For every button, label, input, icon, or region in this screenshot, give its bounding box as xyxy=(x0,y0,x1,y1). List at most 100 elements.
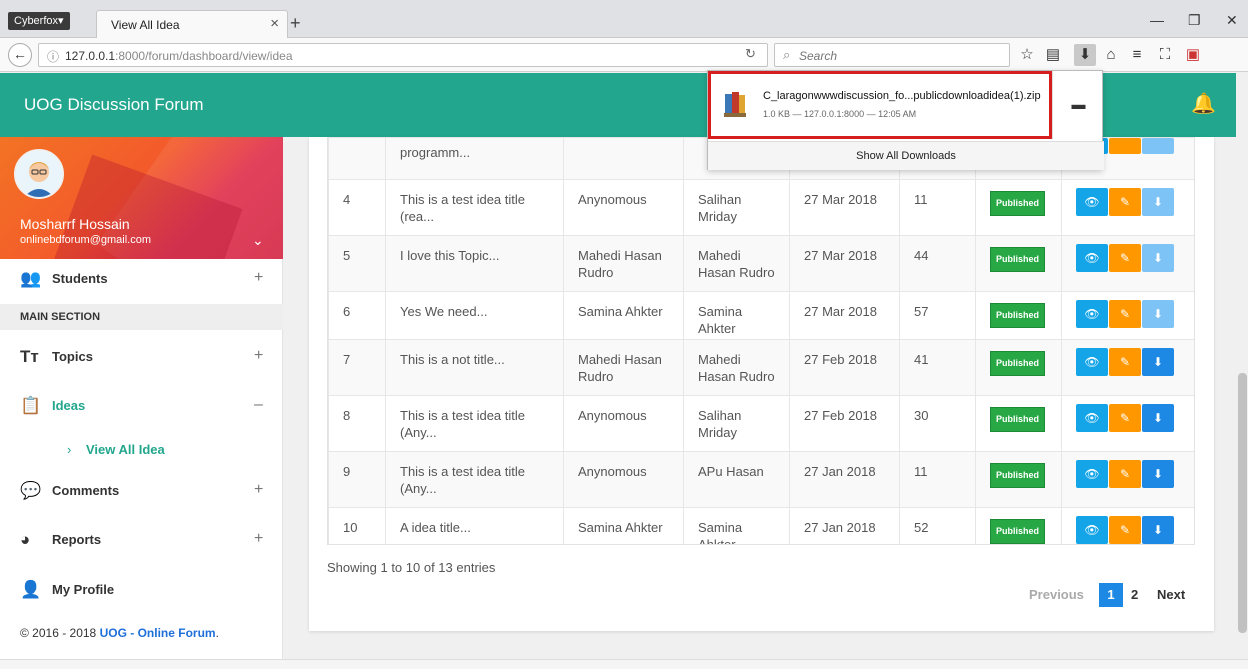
table-cell-count: 44 xyxy=(899,235,976,292)
sidebar-item-label: Reports xyxy=(52,532,102,547)
sidebar-item-my-profile[interactable]: 👤 My Profile xyxy=(0,580,283,624)
sidebar-item-ideas[interactable]: 📋 Ideas – xyxy=(0,396,283,440)
close-window-icon[interactable]: ✕ xyxy=(1226,12,1238,29)
table-cell-title: This is a not title... xyxy=(385,339,564,396)
home-icon[interactable]: ⌂ xyxy=(1100,44,1122,66)
status-bar xyxy=(0,659,1248,669)
chevron-down-icon[interactable]: ⌄ xyxy=(252,232,264,249)
row-actions: 👁 ✎ ⬇ xyxy=(1061,179,1194,236)
addon-icon[interactable]: ▣ xyxy=(1182,44,1204,66)
view-button[interactable]: 👁 xyxy=(1076,516,1108,544)
sidebar-item-topics[interactable]: Tт Topics + xyxy=(0,347,283,391)
url-text: 127.0.0.1:8000/forum/dashboard/view/idea xyxy=(65,49,293,63)
download-item[interactable]: C_laragonwwwdiscussion_fo...publicdownlo… xyxy=(708,71,1052,139)
url-bar[interactable]: ⓘ 127.0.0.1:8000/forum/dashboard/view/id… xyxy=(38,43,768,67)
edit-button[interactable]: ✎ xyxy=(1109,460,1141,488)
view-button[interactable]: 👁 xyxy=(1076,244,1108,272)
content-card: programm... 4 This is a test idea title (… xyxy=(309,137,1214,631)
app-title[interactable]: UOG Discussion Forum xyxy=(24,95,203,115)
table-cell-count: 11 xyxy=(899,451,976,508)
table-cell-status: Published xyxy=(975,395,1062,452)
table-cell-author: Mahedi Hasan Rudro xyxy=(563,339,684,396)
download-button[interactable]: ⬇ xyxy=(1142,188,1174,216)
table-cell-title: A idea title... xyxy=(385,507,564,544)
edit-button[interactable] xyxy=(1109,138,1141,154)
sidebar-item-label: Students xyxy=(52,271,108,286)
download-button[interactable]: ⬇ xyxy=(1142,244,1174,272)
minimize-icon[interactable]: — xyxy=(1150,12,1164,28)
show-all-downloads-button[interactable]: Show All Downloads xyxy=(708,141,1104,170)
next-page-button[interactable]: Next xyxy=(1157,583,1185,607)
view-button[interactable]: 👁 xyxy=(1076,348,1108,376)
row-actions: 👁 ✎ ⬇ xyxy=(1061,291,1194,340)
table-cell-status: Published xyxy=(975,451,1062,508)
download-button[interactable]: ⬇ xyxy=(1142,516,1174,544)
table-cell-user: APu Hasan xyxy=(683,451,790,508)
view-button[interactable]: 👁 xyxy=(1076,404,1108,432)
edit-button[interactable]: ✎ xyxy=(1109,188,1141,216)
edit-button[interactable]: ✎ xyxy=(1109,516,1141,544)
download-button[interactable]: ⬇ xyxy=(1142,300,1174,328)
sidebar-item-label: Topics xyxy=(52,349,93,364)
search-input[interactable] xyxy=(799,47,999,64)
table-cell-author: Anynomous xyxy=(563,451,684,508)
new-tab-icon[interactable]: + xyxy=(290,13,301,34)
screenshot-icon[interactable]: ⛶ xyxy=(1154,44,1176,66)
back-button[interactable]: ← xyxy=(8,43,32,67)
table-cell-date: 27 Jan 2018 xyxy=(789,451,900,508)
text-size-icon: Tт xyxy=(20,347,39,366)
reload-icon[interactable]: ↻ xyxy=(745,46,756,62)
sidebar-subitem-view-all-idea[interactable]: › View All Idea xyxy=(0,440,283,470)
avatar[interactable] xyxy=(14,149,64,199)
edit-button[interactable]: ✎ xyxy=(1109,244,1141,272)
comment-icon: 💬 xyxy=(20,481,42,500)
table-cell-count: 30 xyxy=(899,395,976,452)
browser-tab[interactable]: View All Idea × xyxy=(96,10,288,38)
table-cell-status: Published xyxy=(975,291,1062,340)
download-button[interactable] xyxy=(1142,138,1174,154)
bookmark-star-icon[interactable]: ☆ xyxy=(1016,44,1038,66)
status-badge: Published xyxy=(990,351,1046,376)
previous-page-button[interactable]: Previous xyxy=(1029,583,1084,607)
search-box[interactable]: ⌕ xyxy=(774,43,1010,67)
table-cell-status: Published xyxy=(975,339,1062,396)
table-cell-no: 4 xyxy=(328,179,386,236)
view-button[interactable]: 👁 xyxy=(1076,188,1108,216)
table-row: 10 A idea title... Samina Ahkter Samina Ahk… xyxy=(328,507,1194,544)
page-1-button[interactable]: 1 xyxy=(1099,583,1123,607)
page-2-button[interactable]: 2 xyxy=(1131,583,1138,607)
scrollbar-thumb[interactable] xyxy=(1238,373,1247,633)
page-scrollbar[interactable] xyxy=(1236,73,1248,659)
close-tab-icon[interactable]: × xyxy=(270,15,279,32)
browser-menu-button[interactable]: Cyberfox▾ xyxy=(8,12,70,30)
chevron-right-icon: › xyxy=(67,442,72,457)
folder-icon[interactable]: ▬ xyxy=(1052,71,1104,139)
status-badge: Published xyxy=(990,303,1046,328)
edit-button[interactable]: ✎ xyxy=(1109,300,1141,328)
notification-bell-icon[interactable]: 🔔 xyxy=(1191,91,1216,116)
download-button[interactable]: ⬇ xyxy=(1142,348,1174,376)
view-button[interactable]: 👁 xyxy=(1076,460,1108,488)
table-cell-date: 27 Feb 2018 xyxy=(789,339,900,396)
copyright-text: © 2016 - 2018 UOG - Online Forum. xyxy=(20,626,219,640)
section-header: MAIN SECTION xyxy=(0,304,283,330)
table-cell-no: 9 xyxy=(328,451,386,508)
sidebar-item-reports[interactable]: ◕ Reports + xyxy=(0,530,283,574)
edit-button[interactable]: ✎ xyxy=(1109,348,1141,376)
download-meta: 1.0 KB — 127.0.0.1:8000 — 12:05 AM xyxy=(763,109,917,119)
table-row: 6 Yes We need... Samina Ahkter Samina Ahkte… xyxy=(328,291,1194,340)
reading-list-icon[interactable]: ▤ xyxy=(1042,44,1064,66)
edit-button[interactable]: ✎ xyxy=(1109,404,1141,432)
info-icon[interactable]: ⓘ xyxy=(47,48,59,65)
table-cell-status: Published xyxy=(975,507,1062,544)
copyright-link[interactable]: UOG - Online Forum xyxy=(100,626,216,640)
restore-icon[interactable]: ❐ xyxy=(1188,12,1201,29)
download-icon[interactable]: ⬇ xyxy=(1074,44,1096,66)
download-button[interactable]: ⬇ xyxy=(1142,404,1174,432)
table-row: 8 This is a test idea title (Any... Anynom… xyxy=(328,395,1194,452)
entries-info: Showing 1 to 10 of 13 entries xyxy=(327,560,496,575)
menu-icon[interactable]: ≡ xyxy=(1126,44,1148,66)
sidebar-item-comments[interactable]: 💬 Comments + xyxy=(0,481,283,525)
view-button[interactable]: 👁 xyxy=(1076,300,1108,328)
download-button[interactable]: ⬇ xyxy=(1142,460,1174,488)
